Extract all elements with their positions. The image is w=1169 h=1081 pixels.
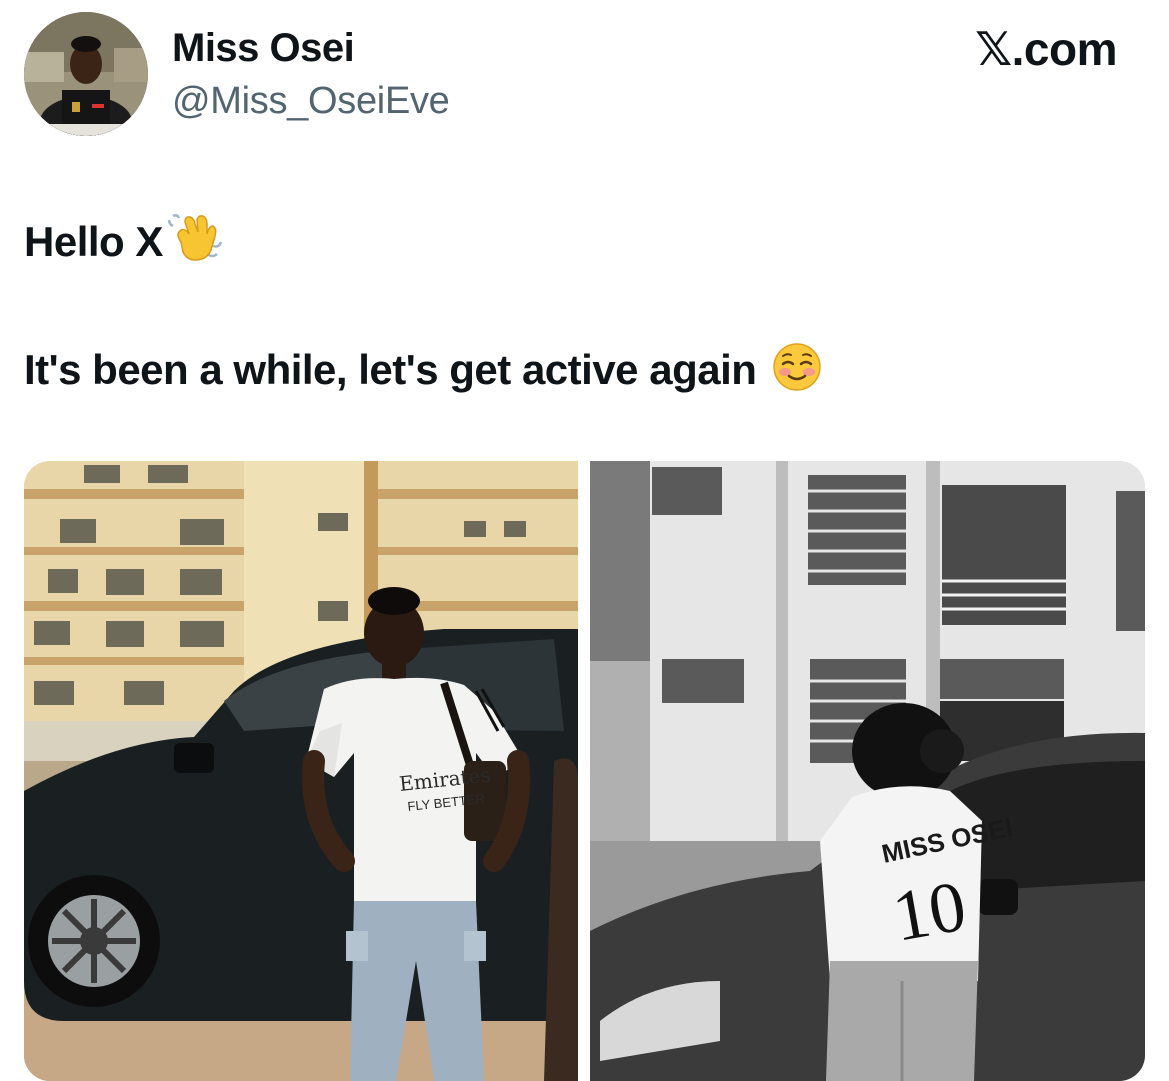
tweet-media-grid: Emirates FLY BETTER MISS OSEI 10 <box>24 461 1145 1081</box>
smiling-face-icon <box>772 342 822 403</box>
waving-hand-icon <box>167 212 223 275</box>
tweet-text-hello: Hello X <box>24 218 163 265</box>
author-handle[interactable]: @Miss_OseiEve <box>172 78 450 124</box>
tweet-text-line-1: Hello X <box>24 212 223 275</box>
avatar[interactable] <box>24 12 148 136</box>
photo-jersey-back-bw: MISS OSEI 10 <box>590 461 1145 1081</box>
photo-person-by-car-color: Emirates FLY BETTER <box>24 461 578 1081</box>
tweet-photo-2[interactable]: MISS OSEI 10 <box>590 461 1145 1081</box>
tweet-text-line-2: It's been a while, let's get active agai… <box>24 342 822 403</box>
author-display-name[interactable]: Miss Osei <box>172 24 355 72</box>
profile-photo <box>24 12 148 136</box>
tweet-photo-1[interactable]: Emirates FLY BETTER <box>24 461 578 1081</box>
tweet-text-main: It's been a while, let's get active agai… <box>24 346 757 393</box>
shirt-back-number: 10 <box>887 865 972 956</box>
x-com-logo: 𝕏.com <box>975 23 1117 75</box>
